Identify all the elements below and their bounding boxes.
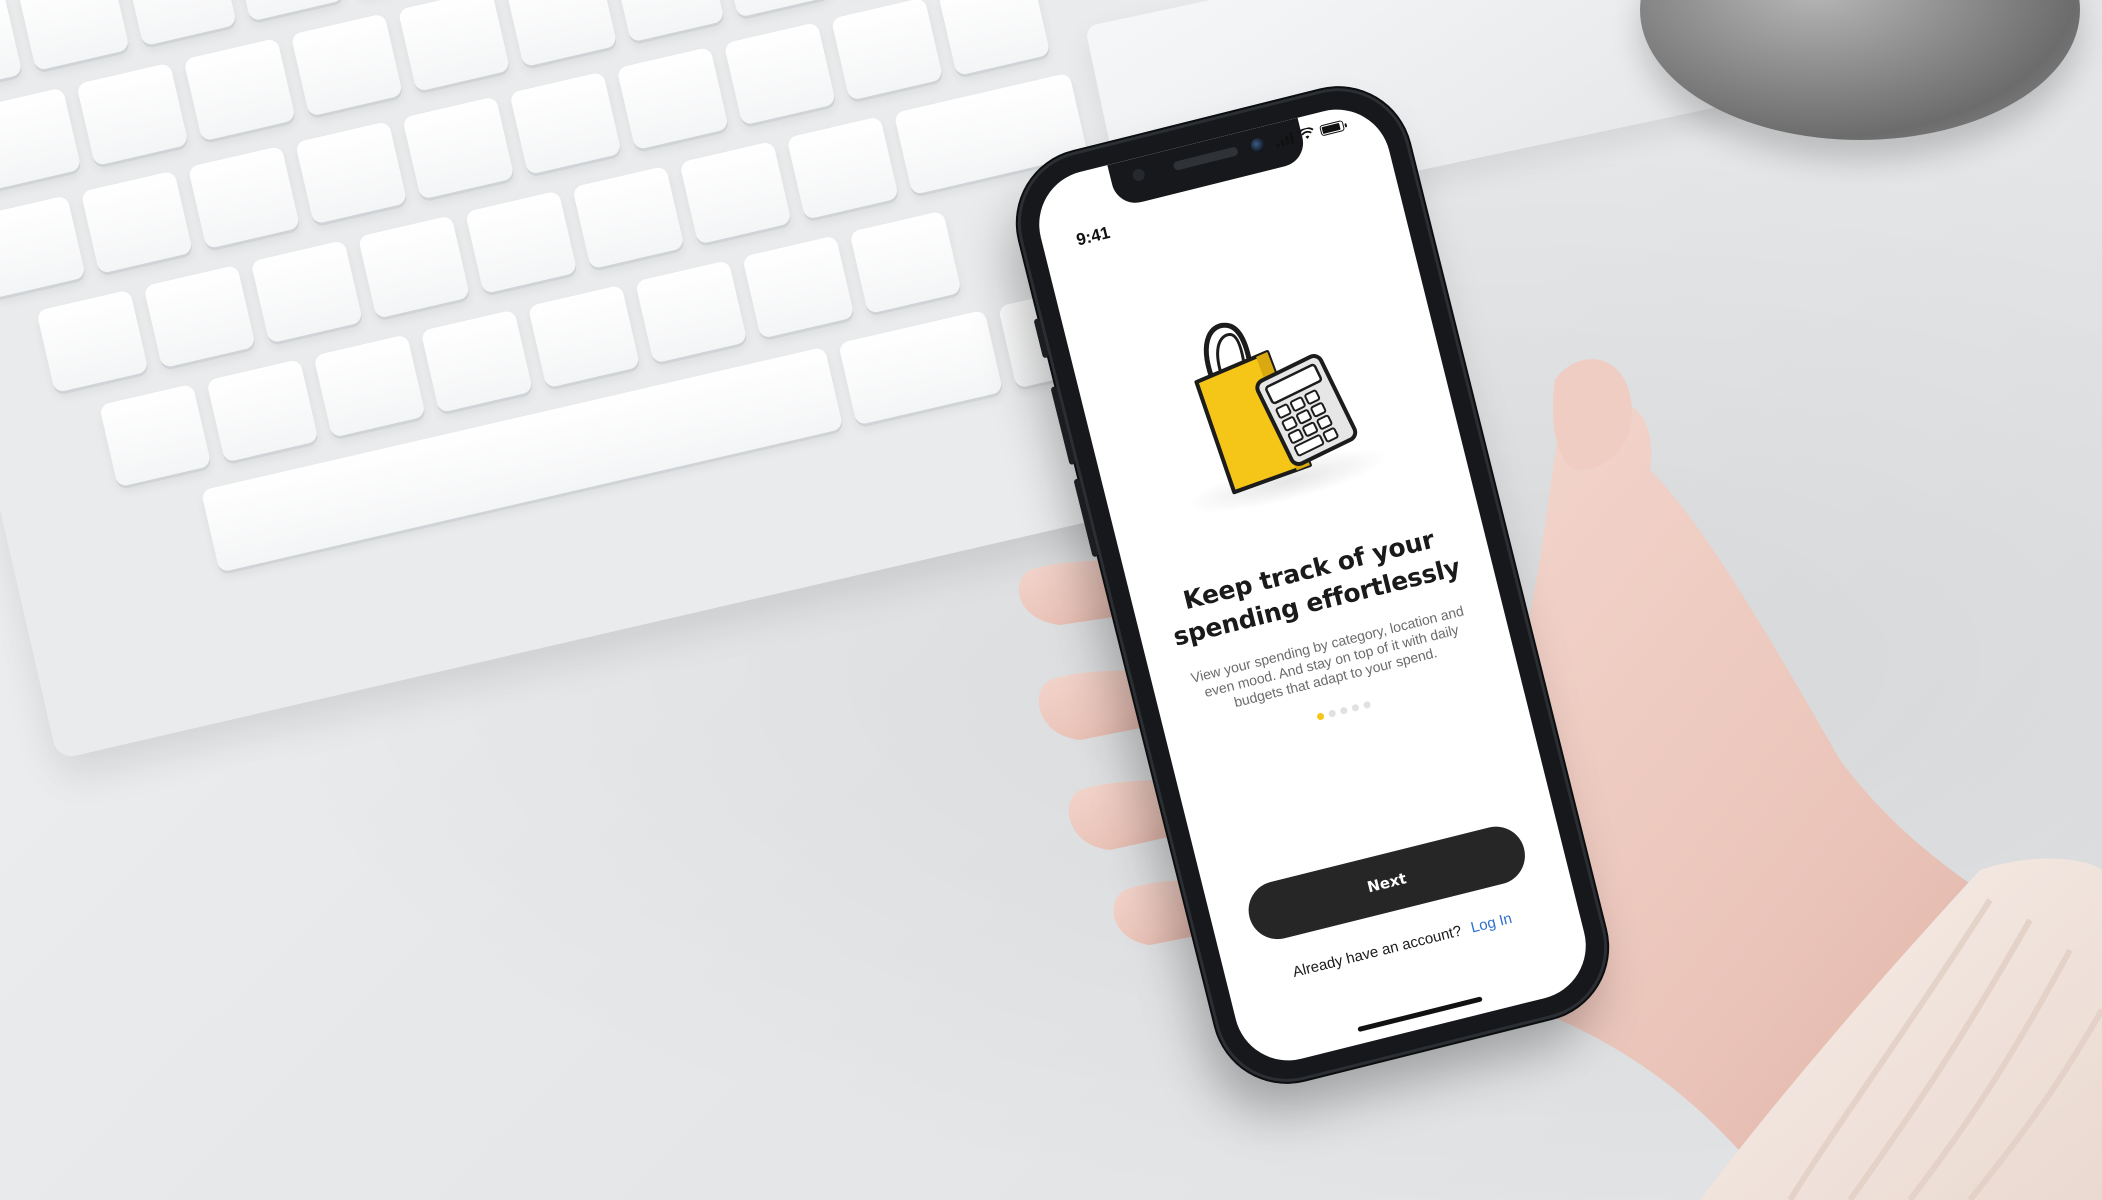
keyboard-key: [830, 0, 944, 101]
page-indicator-dot: [1362, 700, 1372, 710]
keyboard-key: [231, 0, 345, 22]
keyboard-key-command: [838, 309, 1004, 426]
keyboard-key: [742, 235, 855, 339]
login-link[interactable]: Log In: [1469, 910, 1514, 937]
keyboard-key: [723, 21, 837, 126]
keyboard-key: [99, 383, 212, 488]
keyboard-key: [124, 0, 237, 47]
keyboard-key: [290, 13, 404, 117]
keyboard-key: [143, 264, 256, 369]
keyboard-key: [0, 87, 82, 191]
keyboard-key: [402, 96, 515, 200]
keyboard-key: [313, 334, 426, 438]
keyboard-key: [187, 145, 301, 250]
keyboard-key: [206, 359, 319, 463]
keyboard-key: [357, 215, 471, 319]
page-indicator-dot: [1339, 706, 1349, 715]
keyboard-key: [0, 0, 23, 96]
keyboard-key: [612, 0, 725, 43]
keyboard-key: [572, 165, 685, 270]
keyboard-key: [294, 120, 408, 225]
battery-icon: [1318, 119, 1345, 136]
keyboard-key: [464, 190, 578, 294]
status-time: 9:41: [1074, 222, 1112, 250]
keyboard-key: [786, 116, 899, 220]
page-indicator-dot-active: [1316, 712, 1325, 721]
keyboard-key: [80, 170, 194, 274]
keyboard-key: [679, 141, 792, 245]
keyboard-key: [527, 284, 641, 389]
keyboard-key: [76, 62, 189, 167]
keyboard-key: [938, 0, 1051, 76]
keyboard-key: [420, 309, 534, 413]
keyboard-key: [719, 0, 832, 18]
keyboard-key: [17, 0, 130, 71]
desk-scene: 9:41 Keep track of your spending effortl…: [0, 0, 2102, 1200]
home-indicator[interactable]: [1356, 996, 1483, 1033]
page-indicator-dot: [1351, 703, 1360, 712]
keyboard-key: [634, 260, 748, 364]
keyboard-key: [509, 71, 622, 175]
cellular-signal-icon: [1274, 131, 1295, 148]
wifi-icon: [1298, 127, 1314, 139]
keyboard-key: [36, 289, 149, 393]
keyboard-key: [397, 0, 511, 92]
keyboard-key: [0, 195, 86, 299]
keyboard-key: [250, 240, 364, 344]
page-indicator-dot: [1327, 709, 1337, 718]
keyboard-key: [616, 46, 729, 151]
keyboard-key: [183, 37, 296, 142]
account-prompt-text: Already have an account?: [1290, 922, 1464, 981]
keyboard-key: [849, 210, 962, 315]
keyboard-key: [504, 0, 618, 68]
